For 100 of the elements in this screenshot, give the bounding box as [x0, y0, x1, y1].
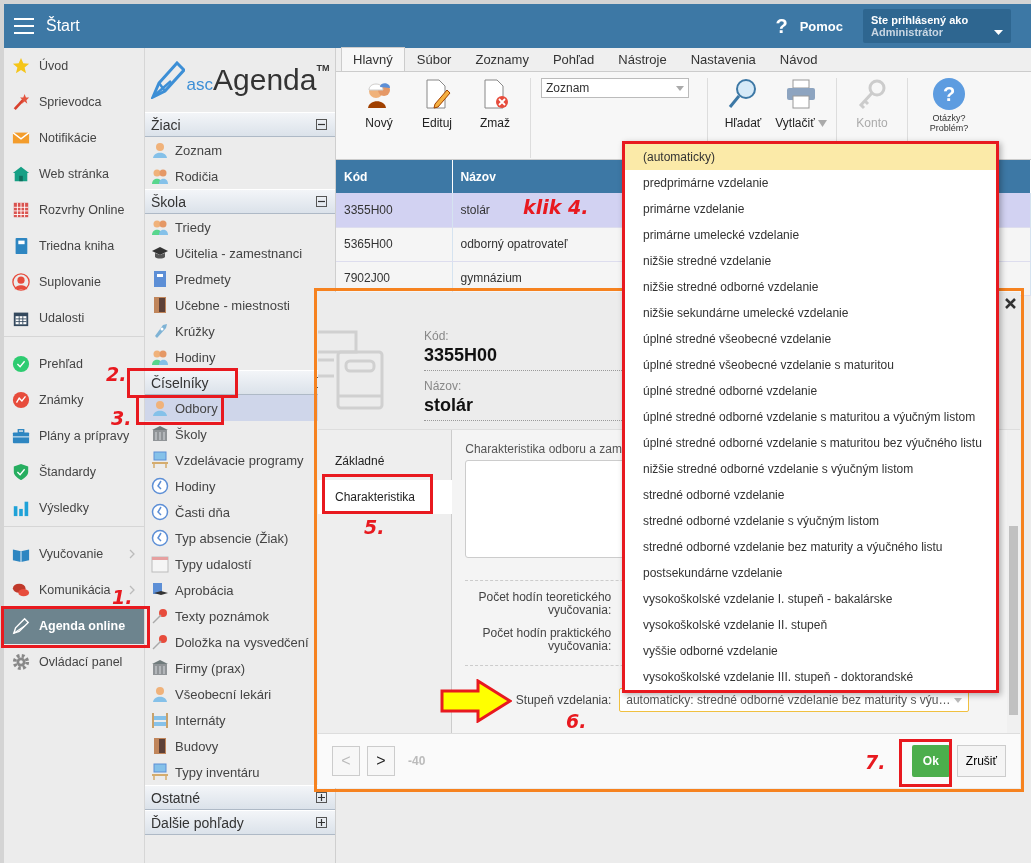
key-icon — [856, 78, 888, 110]
scrollbar[interactable] — [1007, 430, 1020, 733]
nav-item[interactable]: Štandardy — [4, 454, 96, 490]
ribbon-tab[interactable]: Nástroje — [606, 47, 679, 71]
close-icon[interactable] — [1005, 298, 1016, 309]
nav-item[interactable]: Vyučovanie — [4, 536, 104, 572]
collapse-icon[interactable] — [316, 196, 327, 207]
dropdown-option[interactable]: vysokoškolské vzdelanie III. stupeň - doktorandské — [625, 664, 996, 690]
nav-item[interactable]: Ovládací panel — [4, 644, 123, 680]
calendar-icon — [151, 555, 169, 573]
nav-item[interactable]: Suplovanie — [4, 264, 101, 300]
field-label: Stupeň vzdelania: — [514, 693, 612, 707]
people-icon — [151, 348, 169, 366]
dropdown-option[interactable]: vyššie odborné vzdelanie — [625, 638, 996, 664]
dropdown-option[interactable]: postsekundárne vzdelanie — [625, 560, 996, 586]
dropdown-option[interactable]: úplné stredné odborné vzdelanie s maturitou bez výučného listu — [625, 430, 996, 456]
sidebar-item[interactable]: Firmy (prax) — [145, 655, 335, 681]
section-header[interactable]: Škola — [145, 189, 335, 214]
dropdown-option[interactable]: úplné stredné všeobecné vzdelanie s maturitou — [625, 352, 996, 378]
pin-icon — [151, 633, 169, 651]
help-button[interactable]: ? Otázky? Problém? — [914, 78, 984, 133]
house-icon — [12, 165, 30, 183]
field-label: Názov: — [424, 379, 463, 393]
sidebar-item[interactable]: Triedy — [145, 214, 335, 240]
dropdown-option[interactable]: (automaticky) — [625, 144, 996, 170]
people-icon — [151, 167, 169, 185]
sidebar-item[interactable]: Zoznam — [145, 137, 335, 163]
toolbar-button[interactable]: Edituj — [408, 78, 466, 130]
nav-item[interactable]: Udalosti — [4, 300, 85, 336]
person-icon — [151, 141, 169, 159]
nav-item[interactable]: Prehľad — [4, 346, 83, 382]
dropdown-option[interactable]: nižšie stredné odborné vzdelanie s výučným listom — [625, 456, 996, 482]
ribbon-tab[interactable]: Hlavný — [341, 47, 405, 71]
toolbar-button[interactable]: Hľadať — [714, 78, 772, 130]
sidebar-item[interactable]: Internáty — [145, 707, 335, 733]
chat-icon — [12, 581, 30, 599]
table-cell: 3355H00 — [336, 193, 452, 227]
sidebar-item[interactable]: Doložka na vysvedčení — [145, 629, 335, 655]
dropdown-option[interactable]: vysokoškolské vzdelanie I. stupeň - bakalárske — [625, 586, 996, 612]
next-button[interactable]: > — [367, 746, 395, 776]
sidebar-item[interactable]: Hodiny — [145, 344, 335, 370]
sidebar-item[interactable]: Aprobácia — [145, 577, 335, 603]
sidebar-item[interactable]: Školy — [145, 421, 335, 447]
dropdown-option[interactable]: úplné stredné všeobecné vzdelanie — [625, 326, 996, 352]
toolbar-button[interactable]: Zmaž — [466, 78, 524, 130]
nav-item[interactable]: Známky — [4, 382, 84, 418]
dropdown-option[interactable]: stredné odborné vzdelanie s výučným listom — [625, 508, 996, 534]
ribbon-tab[interactable]: Pohľad — [540, 47, 607, 71]
field-label: Kód: — [424, 329, 450, 343]
sidebar-item[interactable]: Krúžky — [145, 318, 335, 344]
nav-item[interactable]: Výsledky — [4, 490, 90, 526]
dropdown-option[interactable]: vysokoškolské vzdelanie II. stupeň — [625, 612, 996, 638]
dropdown-option[interactable]: stredné odborné vzdelanie bez maturity a výučného listu — [625, 534, 996, 560]
sidebar-item[interactable]: Typy inventáru — [145, 759, 335, 785]
help-icon[interactable]: ? — [775, 14, 788, 38]
help-link[interactable]: Pomoc — [799, 18, 843, 34]
view-select[interactable]: Zoznam — [541, 78, 689, 98]
user-menu[interactable]: Ste prihlásený ako Administrátor — [863, 9, 1011, 43]
annotation-label: 5. — [364, 516, 385, 538]
nav-item[interactable]: Sprievodca — [4, 84, 102, 120]
ribbon-tab[interactable]: Návod — [767, 47, 830, 71]
dropdown-option[interactable]: predprimárne vzdelanie — [625, 170, 996, 196]
expand-icon[interactable] — [316, 792, 327, 803]
sidebar-item[interactable]: Učebne - miestnosti — [145, 292, 335, 318]
sidebar-item[interactable]: Všeobecní lekári — [145, 681, 335, 707]
sidebar-item[interactable]: Rodičia — [145, 163, 335, 189]
ribbon-tab[interactable]: Zoznamy — [463, 47, 541, 71]
annotation-label: klik 4. — [523, 196, 589, 218]
section-header[interactable]: Ostatné — [145, 785, 335, 810]
nav-item[interactable]: Notifikácie — [4, 120, 97, 156]
dropdown-option[interactable]: úplné stredné odborné vzdelanie s maturitou a výučným listom — [625, 404, 996, 430]
cancel-button[interactable]: Zrušiť — [956, 745, 1006, 777]
nav-item[interactable]: Komunikácia — [4, 572, 111, 608]
sidebar-item[interactable]: Učitelia - zamestnanci — [145, 240, 335, 266]
nav-item[interactable]: Web stránka — [4, 156, 109, 192]
section-header[interactable]: Žiaci — [145, 112, 335, 137]
dropdown-option[interactable]: primárne vzdelanie — [625, 196, 996, 222]
dropdown-option[interactable]: nižšie sekundárne umelecké vzdelanie — [625, 300, 996, 326]
nav-item[interactable]: Úvod — [4, 48, 69, 84]
sidebar-item[interactable]: Budovy — [145, 733, 335, 759]
sidebar-item[interactable]: Texty poznámok — [145, 603, 335, 629]
collapse-icon[interactable] — [316, 119, 327, 130]
nav-item[interactable]: Triedna kniha — [4, 228, 115, 264]
sidebar-item[interactable]: Typ absencie (Žiak) — [145, 525, 335, 551]
dropdown-option[interactable]: stredné odborné vzdelanie — [625, 482, 996, 508]
section-header[interactable]: Ďalšie pohľady — [145, 810, 335, 835]
toolbar-button[interactable]: Nový — [350, 78, 408, 130]
menu-icon[interactable] — [14, 18, 34, 34]
ribbon-tab[interactable]: Súbor — [404, 47, 464, 71]
annotation-label: 7. — [865, 751, 886, 773]
ribbon-tab[interactable]: Nastavenia — [678, 47, 768, 71]
grid-icon — [12, 201, 30, 219]
dropdown-option[interactable]: úplné stredné odborné vzdelanie — [625, 378, 996, 404]
nav-item[interactable]: Rozvrhy Online — [4, 192, 125, 228]
toolbar-button[interactable]: Vytlačiť — [772, 78, 830, 130]
building-icon — [151, 425, 169, 443]
sidebar-item[interactable]: Typy udalostí — [145, 551, 335, 577]
expand-icon[interactable] — [316, 817, 327, 828]
column-header[interactable]: Kód — [336, 160, 452, 193]
sidebar-item[interactable]: Predmety — [145, 266, 335, 292]
